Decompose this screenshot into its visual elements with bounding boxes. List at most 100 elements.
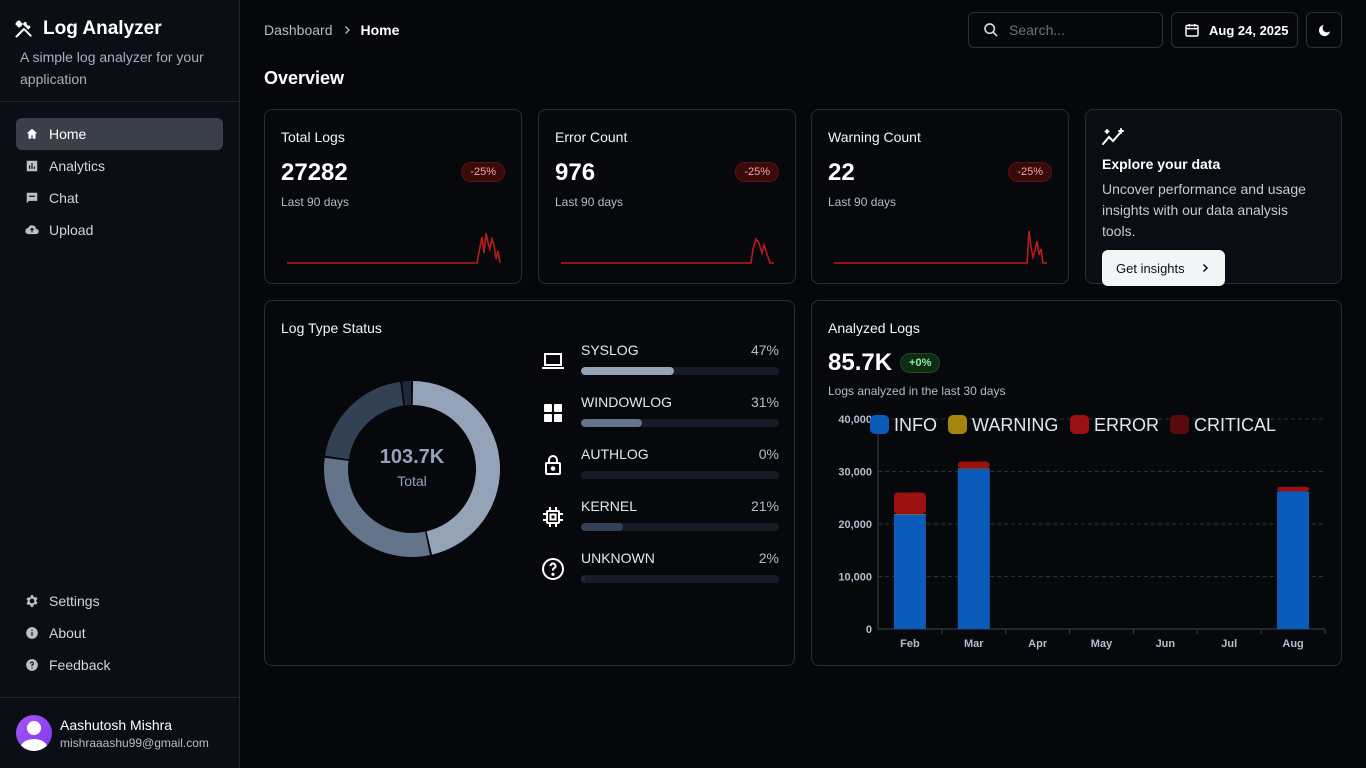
bar-info-feb bbox=[893, 514, 926, 629]
button-label: Get insights bbox=[1116, 260, 1185, 276]
log-type-card: Log Type Status 103.7K Total SYSLOG 47% … bbox=[264, 300, 795, 666]
app-subtitle: A simple log analyzer for your applicati… bbox=[20, 49, 204, 87]
legend-percent: 21% bbox=[750, 498, 779, 514]
date-picker-button[interactable]: Aug 24, 2025 bbox=[1171, 12, 1298, 48]
legend-name: UNKNOWN bbox=[581, 550, 655, 566]
nav-item-home[interactable]: Home bbox=[16, 118, 223, 150]
sparkline bbox=[287, 232, 501, 264]
sparkline bbox=[834, 230, 1047, 264]
legend-row-kernel: KERNEL 21% bbox=[541, 497, 779, 549]
legend-swatch-critical bbox=[1170, 415, 1189, 434]
progress-track bbox=[581, 575, 779, 583]
legend-swatch-warning bbox=[948, 415, 967, 434]
donut-total: 103.7K bbox=[379, 446, 445, 468]
card-title: Log Type Status bbox=[281, 320, 382, 336]
progress-track bbox=[581, 367, 779, 375]
legend-percent: 47% bbox=[750, 342, 779, 358]
donut-slice-unknown bbox=[402, 381, 412, 406]
legend-row-windowlog: WINDOWLOG 31% bbox=[541, 393, 779, 445]
y-tick-label: 0 bbox=[866, 624, 872, 636]
nav-item-upload[interactable]: Upload bbox=[16, 214, 223, 246]
stat-period: Last 90 days bbox=[828, 195, 897, 209]
stat-card-total-logs: Total Logs 27282 -25% Last 90 days bbox=[264, 109, 522, 284]
x-tick-label: Apr bbox=[1028, 638, 1048, 650]
legend-row-syslog: SYSLOG 47% bbox=[541, 341, 779, 393]
nav-label: Feedback bbox=[49, 657, 111, 673]
legend-label-error[interactable]: ERROR bbox=[1094, 415, 1159, 435]
date-label: Aug 24, 2025 bbox=[1209, 22, 1289, 38]
main-nav: Home Analytics Chat Upload bbox=[0, 102, 239, 246]
bar-warning-feb bbox=[893, 514, 926, 515]
search-box[interactable] bbox=[968, 12, 1163, 48]
explore-title: Explore your data bbox=[1102, 156, 1221, 172]
change-badge: -25% bbox=[461, 162, 505, 182]
nav-item-chat[interactable]: Chat bbox=[16, 182, 223, 214]
analyzed-value: 85.7K bbox=[828, 349, 893, 376]
x-tick-label: May bbox=[1091, 638, 1113, 650]
analyzed-logs-card: Analyzed Logs 85.7K +0% Logs analyzed in… bbox=[811, 300, 1342, 666]
y-tick-label: 40,000 bbox=[838, 414, 872, 426]
legend-percent: 0% bbox=[758, 446, 779, 462]
gear-icon bbox=[26, 595, 38, 607]
nav-item-feedback[interactable]: Feedback bbox=[16, 649, 223, 681]
search-icon bbox=[984, 23, 998, 37]
progress-fill bbox=[581, 419, 643, 427]
change-badge: -25% bbox=[1008, 162, 1052, 182]
theme-toggle-button[interactable] bbox=[1306, 12, 1342, 48]
brand: Log Analyzer A simple log analyzer for y… bbox=[0, 0, 239, 102]
donut-total-label: Total bbox=[397, 473, 427, 489]
stat-label: Total Logs bbox=[281, 129, 345, 145]
page-title: Overview bbox=[264, 68, 345, 88]
legend-row-unknown: UNKNOWN 2% bbox=[541, 549, 779, 601]
user-name: Aashutosh Mishra bbox=[60, 716, 173, 733]
bar-error-feb bbox=[893, 492, 926, 515]
app-title: Log Analyzer bbox=[14, 18, 225, 40]
x-tick-label: Feb bbox=[900, 638, 920, 650]
nav-label: Upload bbox=[49, 222, 94, 238]
legend-label-info[interactable]: INFO bbox=[894, 415, 937, 435]
donut-center: 103.7K Total bbox=[312, 446, 512, 489]
y-tick-label: 30,000 bbox=[838, 467, 872, 479]
windows-icon bbox=[544, 404, 562, 422]
breadcrumb: Dashboard Home bbox=[264, 22, 399, 38]
y-tick-label: 10,000 bbox=[838, 572, 872, 584]
progress-track bbox=[581, 471, 779, 479]
legend-label-warning[interactable]: WARNING bbox=[972, 415, 1058, 435]
calendar-icon bbox=[1185, 24, 1199, 37]
nav-item-settings[interactable]: Settings bbox=[16, 585, 223, 617]
legend-name: WINDOWLOG bbox=[581, 394, 672, 410]
legend-name: AUTHLOG bbox=[581, 446, 649, 462]
legend-label-critical[interactable]: CRITICAL bbox=[1194, 415, 1276, 435]
get-insights-button[interactable]: Get insights bbox=[1102, 250, 1225, 286]
stat-label: Error Count bbox=[555, 129, 628, 145]
analyzed-period: Logs analyzed in the last 30 days bbox=[828, 384, 1006, 398]
x-tick-label: Jun bbox=[1156, 638, 1176, 650]
stat-card-warning-count: Warning Count 22 -25% Last 90 days bbox=[811, 109, 1069, 284]
help-icon bbox=[26, 659, 38, 671]
nav-item-about[interactable]: About bbox=[16, 617, 223, 649]
log-type-legend: SYSLOG 47% WINDOWLOG 31% AUTHLOG 0% KERN… bbox=[541, 341, 779, 601]
legend-name: SYSLOG bbox=[581, 342, 639, 358]
cpu-icon bbox=[543, 507, 563, 527]
chevron-right-icon bbox=[344, 26, 350, 34]
legend-row-authlog: AUTHLOG 0% bbox=[541, 445, 779, 497]
y-tick-label: 20,000 bbox=[838, 519, 872, 531]
moon-icon bbox=[1318, 24, 1330, 36]
search-input[interactable] bbox=[1009, 22, 1149, 38]
legend-percent: 31% bbox=[750, 394, 779, 410]
legend-percent: 2% bbox=[758, 550, 779, 566]
nav-item-analytics[interactable]: Analytics bbox=[16, 150, 223, 182]
bar-info-aug bbox=[1277, 491, 1310, 629]
x-tick-label: Jul bbox=[1221, 638, 1237, 650]
secondary-nav: Settings About Feedback bbox=[16, 585, 223, 681]
change-badge: +0% bbox=[900, 353, 941, 373]
app-title-text: Log Analyzer bbox=[43, 18, 162, 39]
breadcrumb-dashboard[interactable]: Dashboard bbox=[264, 22, 333, 38]
user-profile[interactable]: Aashutosh Mishra mishraaashu99@gmail.com bbox=[0, 697, 239, 768]
bar-warning-mar bbox=[957, 468, 990, 469]
x-tick-label: Mar bbox=[964, 638, 984, 650]
stat-card-error-count: Error Count 976 -25% Last 90 days bbox=[538, 109, 796, 284]
lock-icon bbox=[545, 455, 561, 475]
bar-info-mar bbox=[957, 468, 990, 629]
laptop-icon bbox=[542, 353, 564, 369]
